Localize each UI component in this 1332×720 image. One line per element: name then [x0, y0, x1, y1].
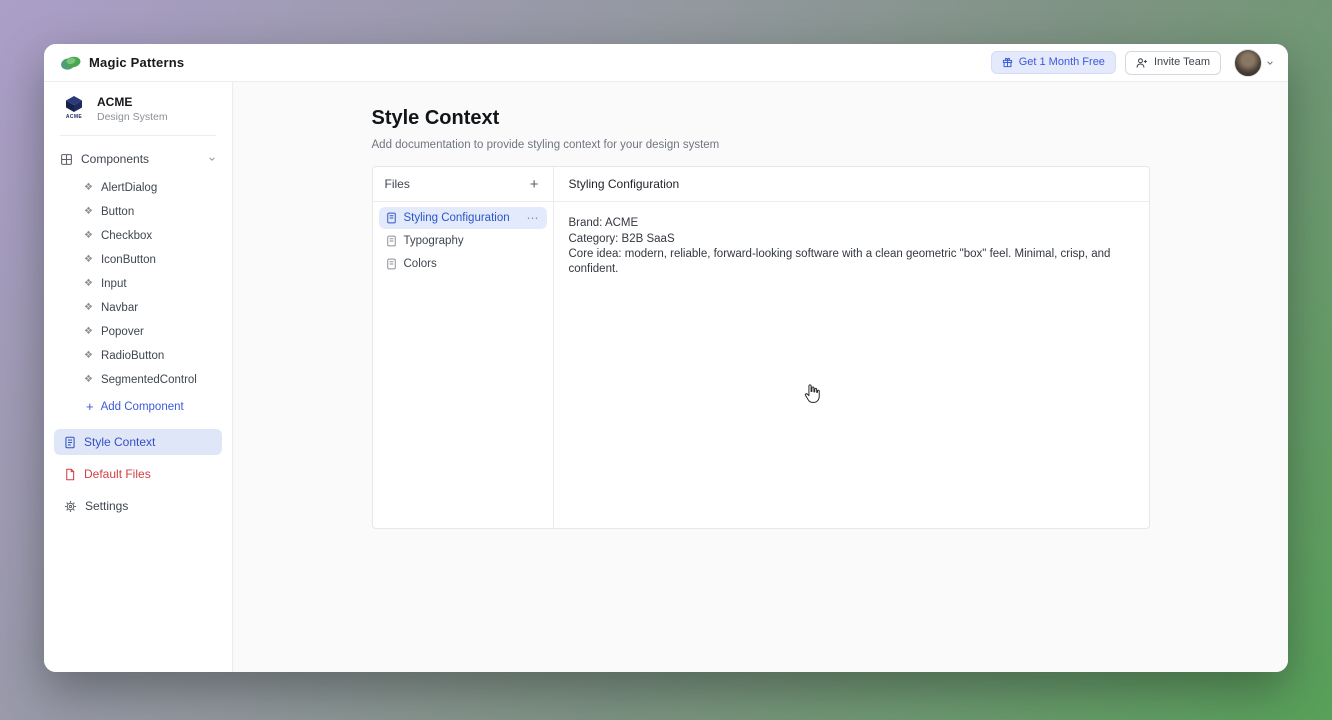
- workspace-logo-caption: ACME: [66, 114, 82, 120]
- workspace-switcher[interactable]: ACME ACME Design System: [44, 95, 232, 123]
- get-month-free-label: Get 1 Month Free: [1019, 57, 1105, 68]
- app-window: Magic Patterns Get 1 Month Free: [44, 44, 1288, 672]
- page-title: Style Context: [372, 107, 1150, 130]
- gift-icon: [1002, 57, 1013, 68]
- content-line: Brand: ACME: [569, 216, 1134, 231]
- document-icon: [386, 258, 397, 270]
- component-icon: ❖: [84, 207, 93, 217]
- component-icon: ❖: [84, 231, 93, 241]
- invite-team-label: Invite Team: [1154, 57, 1210, 68]
- acme-cube-icon: [64, 95, 84, 113]
- file-item-styling-configuration[interactable]: Styling Configuration ⋯: [379, 207, 547, 229]
- component-icon: ❖: [84, 255, 93, 265]
- file-name: Typography: [404, 235, 464, 247]
- file-content[interactable]: Brand: ACME Category: B2B SaaS Core idea…: [554, 202, 1149, 292]
- component-item-alertdialog[interactable]: ❖AlertDialog: [44, 176, 232, 200]
- component-item-iconbutton[interactable]: ❖IconButton: [44, 248, 232, 272]
- chevron-down-icon: [1266, 59, 1274, 67]
- file-content-column: Styling Configuration Brand: ACME Catego…: [554, 167, 1149, 528]
- component-icon: ❖: [84, 327, 93, 337]
- sidebar-item-label: Style Context: [84, 435, 155, 449]
- invite-team-button[interactable]: Invite Team: [1125, 51, 1221, 75]
- sidebar-item-label: Settings: [85, 499, 128, 513]
- get-month-free-button[interactable]: Get 1 Month Free: [991, 51, 1116, 74]
- plus-icon: +: [86, 400, 94, 413]
- add-component-button[interactable]: + Add Component: [44, 392, 232, 421]
- file-item-typography[interactable]: Typography: [379, 230, 547, 252]
- avatar[interactable]: [1234, 49, 1262, 77]
- brand-logo[interactable]: Magic Patterns: [60, 55, 184, 71]
- component-item-radiobutton[interactable]: ❖RadioButton: [44, 344, 232, 368]
- component-item-button[interactable]: ❖Button: [44, 200, 232, 224]
- component-icon: ❖: [84, 375, 93, 385]
- sidebar-item-settings[interactable]: Settings: [54, 493, 222, 519]
- content-line: Core idea: modern, reliable, forward-loo…: [569, 247, 1134, 276]
- sidebar: ACME ACME Design System Components: [44, 82, 233, 672]
- component-item-segmentedcontrol[interactable]: ❖SegmentedControl: [44, 368, 232, 392]
- document-icon: [386, 212, 397, 224]
- component-icon: ❖: [84, 303, 93, 313]
- component-icon: ❖: [84, 183, 93, 193]
- component-item-navbar[interactable]: ❖Navbar: [44, 296, 232, 320]
- document-icon: [386, 235, 397, 247]
- file-name: Colors: [404, 258, 437, 270]
- content-header: Styling Configuration: [554, 167, 1149, 202]
- component-item-popover[interactable]: ❖Popover: [44, 320, 232, 344]
- top-bar: Magic Patterns Get 1 Month Free: [44, 44, 1288, 82]
- files-header: Files: [385, 177, 528, 191]
- file-icon: [64, 468, 76, 481]
- sidebar-item-label: Default Files: [84, 467, 151, 481]
- workspace-logo: ACME: [60, 95, 88, 120]
- brand-name: Magic Patterns: [89, 55, 184, 70]
- chevron-down-icon: [208, 155, 216, 163]
- sidebar-divider: [60, 135, 216, 136]
- content-line: Category: B2B SaaS: [569, 232, 1134, 247]
- workspace-name: ACME: [97, 95, 168, 109]
- component-item-input[interactable]: ❖Input: [44, 272, 232, 296]
- style-context-panel: Files +: [372, 166, 1150, 529]
- sidebar-item-default-files[interactable]: Default Files: [54, 461, 222, 487]
- grid-icon: [60, 153, 73, 166]
- file-name: Styling Configuration: [404, 212, 510, 224]
- person-plus-icon: [1136, 57, 1148, 69]
- components-section-toggle[interactable]: Components: [44, 146, 232, 172]
- page-subtitle: Add documentation to provide styling con…: [372, 139, 1150, 151]
- component-item-checkbox[interactable]: ❖Checkbox: [44, 224, 232, 248]
- files-column: Files +: [373, 167, 554, 528]
- components-list: ❖AlertDialog ❖Button ❖Checkbox ❖IconButt…: [44, 176, 232, 392]
- magic-patterns-logo-icon: [60, 55, 82, 71]
- add-file-button[interactable]: +: [528, 177, 541, 192]
- gear-icon: [64, 500, 77, 513]
- workspace-subtitle: Design System: [97, 111, 168, 123]
- document-icon: [64, 436, 76, 449]
- component-icon: ❖: [84, 279, 93, 289]
- user-menu[interactable]: [1234, 49, 1274, 77]
- sidebar-item-style-context[interactable]: Style Context: [54, 429, 222, 455]
- component-icon: ❖: [84, 351, 93, 361]
- main-content: Style Context Add documentation to provi…: [233, 82, 1288, 672]
- components-section-label: Components: [81, 152, 149, 166]
- add-component-label: Add Component: [101, 401, 184, 413]
- file-item-colors[interactable]: Colors: [379, 253, 547, 275]
